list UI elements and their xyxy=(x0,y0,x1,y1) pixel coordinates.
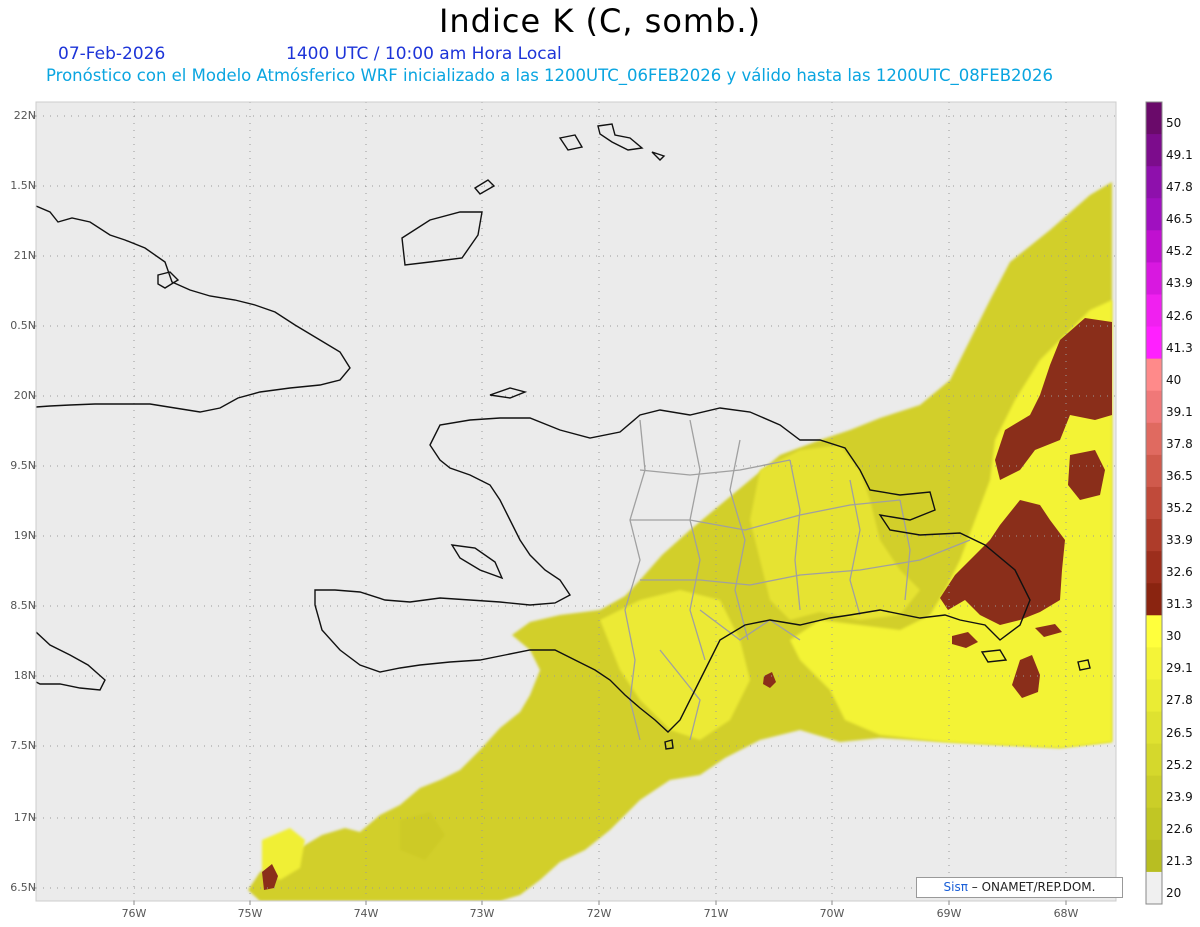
colorbar-label: 27.8 xyxy=(1166,693,1193,708)
lat-label-20n: 20N xyxy=(13,389,36,402)
lat-label-19-5n: 9.5N xyxy=(10,459,36,472)
colorbar-label: 26.5 xyxy=(1166,725,1193,740)
colorbar-swatch xyxy=(1146,807,1162,841)
colorbar-label: 33.9 xyxy=(1166,533,1193,548)
colorbar-label: 23.9 xyxy=(1166,789,1193,804)
colorbar-label: 40 xyxy=(1166,372,1182,387)
lat-label-16-5n: 6.5N xyxy=(10,881,36,894)
lat-label-21n: 21N xyxy=(13,249,36,262)
colorbar-label: 42.6 xyxy=(1166,308,1193,323)
lat-label-19n: 19N xyxy=(13,529,36,542)
colorbar-label: 46.5 xyxy=(1166,212,1193,227)
colorbar-label: 39.1 xyxy=(1166,404,1193,419)
colorbar-swatch xyxy=(1146,294,1162,328)
colorbar-label: 47.8 xyxy=(1166,180,1193,195)
colorbar-swatch xyxy=(1146,679,1162,713)
lon-label-76w: 76W xyxy=(121,907,147,920)
colorbar-swatch xyxy=(1146,775,1162,809)
colorbar-swatch xyxy=(1146,454,1162,488)
colorbar-label: 22.6 xyxy=(1166,821,1193,836)
lat-label-17-5n: 7.5N xyxy=(10,739,36,752)
colorbar-swatch xyxy=(1146,583,1162,616)
colorbar-swatch xyxy=(1146,166,1162,199)
k-index-islet-south-3 xyxy=(505,852,522,870)
colorbar-label: 41.3 xyxy=(1166,340,1193,355)
colorbar-swatch xyxy=(1146,486,1162,520)
colorbar-label: 50 xyxy=(1166,116,1182,131)
colorbar-swatch xyxy=(1146,647,1162,680)
colorbar xyxy=(1145,101,1163,905)
lat-label-17n: 17N xyxy=(13,811,36,824)
colorbar-swatch xyxy=(1146,711,1162,745)
colorbar-label: 20 xyxy=(1166,885,1182,900)
colorbar-swatch xyxy=(1146,134,1162,167)
lon-label-70w: 70W xyxy=(819,907,845,920)
lat-label-21-5n: 1.5N xyxy=(10,179,36,192)
colorbar-swatch xyxy=(1146,743,1162,777)
lon-label-75w: 75W xyxy=(237,907,263,920)
colorbar-label: 45.2 xyxy=(1166,244,1193,259)
colorbar-swatch xyxy=(1146,551,1162,584)
colorbar-swatch xyxy=(1146,519,1162,552)
colorbar-label: 43.9 xyxy=(1166,276,1193,291)
lon-label-68w: 68W xyxy=(1053,907,1079,920)
lat-label-22n: 22N xyxy=(13,109,36,122)
lon-label-71w: 71W xyxy=(703,907,729,920)
lat-label-20-5n: 0.5N xyxy=(10,319,36,332)
lon-label-73w: 73W xyxy=(469,907,495,920)
colorbar-swatch xyxy=(1146,198,1162,231)
colorbar-swatch xyxy=(1146,358,1162,392)
colorbar-label: 37.8 xyxy=(1166,436,1193,451)
sispi-logo: Sisπ xyxy=(943,880,968,894)
colorbar-swatch xyxy=(1146,839,1162,873)
colorbar-swatch xyxy=(1146,422,1162,456)
colorbar-label: 32.6 xyxy=(1166,565,1193,580)
colorbar-label: 35.2 xyxy=(1166,501,1193,515)
colorbar-swatch xyxy=(1146,871,1162,905)
colorbar-swatch xyxy=(1146,230,1162,263)
colorbar-swatch xyxy=(1146,262,1162,295)
colorbar-swatch xyxy=(1146,615,1162,648)
lon-label-72w: 72W xyxy=(586,907,612,920)
colorbar-label: 36.5 xyxy=(1166,468,1193,483)
colorbar-label: 25.2 xyxy=(1166,757,1193,772)
colorbar-swatch xyxy=(1146,326,1162,360)
lat-label-18n: 18N xyxy=(13,669,36,682)
lat-label-18-5n: 8.5N xyxy=(10,599,36,612)
colorbar-swatch xyxy=(1146,390,1162,424)
credit-text: – ONAMET/REP.DOM. xyxy=(971,880,1096,894)
lon-label-69w: 69W xyxy=(936,907,962,920)
lon-label-74w: 74W xyxy=(353,907,379,920)
colorbar-swatch xyxy=(1146,102,1162,135)
map-canvas xyxy=(32,101,1163,905)
colorbar-label: 30 xyxy=(1166,629,1182,644)
colorbar-label: 29.1 xyxy=(1166,661,1193,676)
colorbar-label: 49.1 xyxy=(1166,148,1193,163)
colorbar-label: 21.3 xyxy=(1166,853,1193,868)
credit-box: Sisπ – ONAMET/REP.DOM. xyxy=(916,877,1123,898)
colorbar-label: 31.3 xyxy=(1166,597,1193,612)
